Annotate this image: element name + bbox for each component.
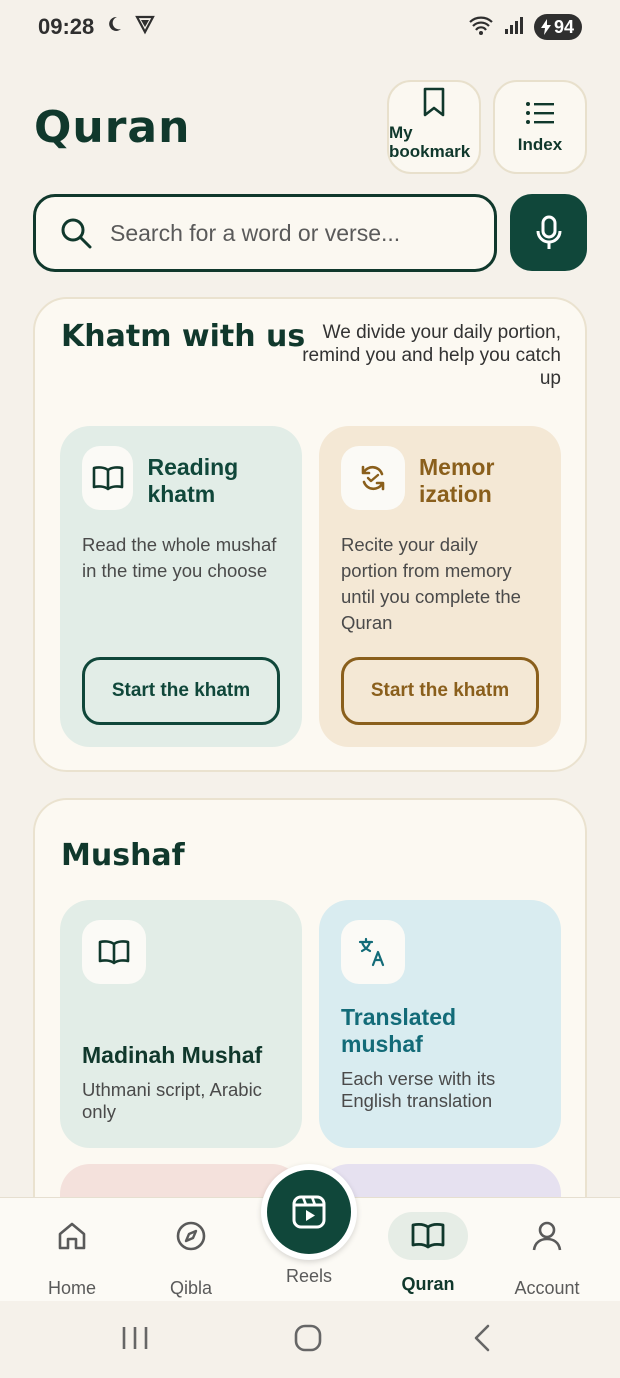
- open-book-icon: [82, 920, 146, 984]
- quran-active-indicator: [388, 1212, 468, 1260]
- index-button[interactable]: Index: [493, 80, 587, 174]
- vpn-shield-icon: [134, 13, 156, 41]
- madinah-mushaf-name: Madinah Mushaf: [82, 1042, 263, 1068]
- status-time: 09:28: [38, 14, 95, 39]
- khatm-section: Khatm with us We divide your daily porti…: [33, 297, 587, 772]
- khatm-title: Khatm with us: [61, 319, 306, 354]
- back-chevron-icon: [474, 1324, 490, 1352]
- nav-account[interactable]: Account: [497, 1216, 597, 1299]
- open-book-icon: [82, 446, 134, 510]
- madinah-mushaf-card[interactable]: Madinah Mushaf Uthmani script, Arabic on…: [60, 900, 302, 1148]
- nav-home-label: Home: [47, 1278, 96, 1298]
- start-memorization-button[interactable]: Start the khatm: [341, 657, 539, 725]
- reading-khatm-name: Reading khatm: [147, 454, 239, 507]
- search-icon: [61, 218, 92, 249]
- open-book-icon: [411, 1223, 445, 1249]
- user-icon: [531, 1216, 563, 1256]
- reading-khatm-text: Read the whole mushaf in the time you ch…: [82, 534, 277, 581]
- bookmark-icon: [423, 87, 445, 117]
- recent-apps-icon: [122, 1327, 148, 1349]
- index-label: Index: [517, 134, 563, 154]
- translate-icon: [341, 920, 405, 984]
- mushaf-section: Mushaf Madinah Mushaf Uthmani script, Ar…: [33, 798, 587, 1224]
- translated-mushaf-text: Each verse with its English translation: [341, 1068, 496, 1111]
- memorization-text: Recite your daily portion from memory un…: [341, 534, 521, 633]
- nav-qibla-label: Qibla: [169, 1278, 213, 1298]
- memorization-name: Memor ization: [419, 454, 495, 507]
- search-input[interactable]: [110, 219, 480, 247]
- nav-quran-label: Quran: [401, 1274, 455, 1294]
- nav-quran[interactable]: Quran: [378, 1212, 478, 1295]
- microphone-icon: [536, 215, 561, 249]
- recent-apps-button[interactable]: [120, 1323, 150, 1358]
- translated-mushaf-name: Translated mushaf: [341, 1004, 457, 1057]
- moon-icon: [104, 14, 124, 40]
- back-button[interactable]: [468, 1323, 498, 1358]
- search-bar[interactable]: [33, 194, 497, 272]
- video-play-icon: [292, 1195, 326, 1229]
- nav-account-label: Account: [514, 1278, 580, 1298]
- khatm-description: We divide your daily portion, remind you…: [302, 322, 561, 389]
- status-bar: 09:28 94: [0, 0, 620, 54]
- charging-icon: [540, 19, 551, 35]
- start-reading-khatm-button[interactable]: Start the khatm: [82, 657, 280, 725]
- home-circle-icon: [294, 1324, 322, 1352]
- nav-reels-label: Reels: [285, 1266, 333, 1286]
- list-icon: [526, 101, 554, 124]
- madinah-mushaf-text: Uthmani script, Arabic only: [82, 1079, 262, 1122]
- refresh-icon: [341, 446, 405, 510]
- nav-qibla[interactable]: Qibla: [141, 1216, 241, 1299]
- reels-button[interactable]: [261, 1164, 357, 1260]
- translated-mushaf-card[interactable]: Translated mushaf Each verse with its En…: [319, 900, 561, 1148]
- my-bookmark-button[interactable]: My bookmark: [387, 80, 481, 174]
- home-icon: [56, 1216, 88, 1256]
- reading-khatm-card[interactable]: Reading khatm Read the whole mushaf in t…: [60, 426, 302, 747]
- bookmark-label: My bookmark: [389, 123, 471, 161]
- mushaf-title: Mushaf: [61, 838, 185, 873]
- memorization-card[interactable]: Memor ization Recite your daily portion …: [319, 426, 561, 747]
- home-button[interactable]: [293, 1323, 323, 1358]
- signal-icon: [504, 15, 524, 40]
- battery-indicator: 94: [533, 14, 582, 40]
- compass-icon: [175, 1216, 207, 1256]
- voice-search-button[interactable]: [510, 194, 587, 271]
- nav-home[interactable]: Home: [22, 1216, 122, 1299]
- system-navigation: [0, 1301, 620, 1378]
- page-title: Quran: [34, 102, 191, 153]
- wifi-icon: [468, 14, 494, 41]
- header: Quran My bookmark Index: [34, 80, 587, 174]
